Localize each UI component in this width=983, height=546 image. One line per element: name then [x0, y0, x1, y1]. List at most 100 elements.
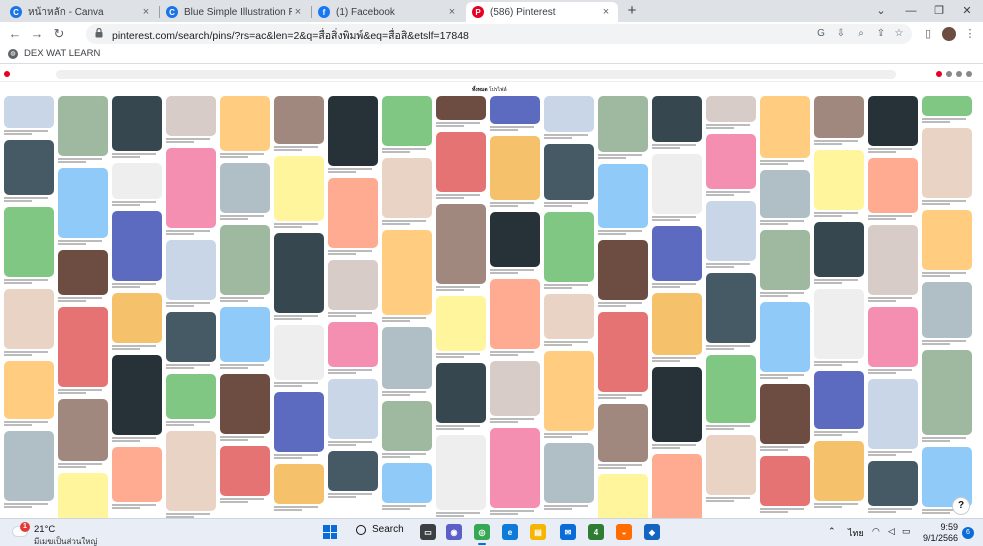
pin-thumbnail[interactable] — [652, 226, 702, 281]
pin-thumbnail[interactable] — [328, 260, 378, 310]
pin-thumbnail[interactable] — [382, 158, 432, 218]
mail-icon[interactable]: ✉ — [560, 524, 576, 540]
pin-thumbnail[interactable] — [544, 351, 594, 431]
pin-thumbnail[interactable] — [544, 96, 594, 132]
tab-profiles[interactable]: โปรไฟล์ — [489, 86, 507, 94]
pin-thumbnail[interactable] — [58, 399, 108, 461]
pin-thumbnail[interactable] — [274, 464, 324, 504]
forward-button[interactable]: → — [28, 25, 46, 43]
pin-thumbnail[interactable] — [544, 443, 594, 503]
battery-icon[interactable]: ▭ — [902, 526, 911, 537]
pin-thumbnail[interactable] — [868, 96, 918, 146]
weather-widget[interactable]: 1 21°C มีเมฆเป็นส่วนใหญ่ — [12, 522, 97, 546]
taskbar-clock[interactable]: 9:59 9/1/2566 — [918, 522, 958, 544]
volume-icon[interactable]: ◁ — [888, 526, 895, 537]
pin-thumbnail[interactable] — [328, 96, 378, 166]
edge-icon[interactable]: e — [502, 524, 518, 540]
pin-thumbnail[interactable] — [598, 312, 648, 392]
pin-thumbnail[interactable] — [706, 134, 756, 189]
tab-canva-home[interactable]: C หน้าหลัก - Canva × — [4, 2, 158, 22]
pin-thumbnail[interactable] — [706, 96, 756, 122]
close-icon[interactable]: × — [600, 6, 612, 18]
pin-thumbnail[interactable] — [814, 222, 864, 277]
pin-thumbnail[interactable] — [814, 96, 864, 138]
tab-pinterest[interactable]: P (586) Pinterest × — [466, 2, 618, 22]
pin-thumbnail[interactable] — [544, 294, 594, 339]
pin-thumbnail[interactable] — [490, 136, 540, 200]
pin-thumbnail[interactable] — [652, 454, 702, 518]
pin-thumbnail[interactable] — [490, 212, 540, 267]
pin-thumbnail[interactable] — [760, 302, 810, 372]
pinterest-logo[interactable] — [4, 71, 10, 77]
pin-thumbnail[interactable] — [166, 431, 216, 511]
pin-thumbnail[interactable] — [598, 96, 648, 152]
pin-thumbnail[interactable] — [652, 154, 702, 214]
maximize-button[interactable]: ❐ — [924, 0, 954, 22]
pin-thumbnail[interactable] — [868, 225, 918, 295]
pin-thumbnail[interactable] — [4, 207, 54, 277]
pin-thumbnail[interactable] — [706, 355, 756, 423]
pin-thumbnail[interactable] — [760, 96, 810, 158]
profile-avatar[interactable] — [942, 27, 956, 41]
pin-thumbnail[interactable] — [220, 307, 270, 362]
app-4-icon[interactable]: 4 — [588, 524, 604, 540]
pin-thumbnail[interactable] — [328, 451, 378, 491]
pin-thumbnail[interactable] — [922, 96, 972, 116]
pin-thumbnail[interactable] — [382, 96, 432, 146]
tab-canva-design[interactable]: C Blue Simple Illustration Romance × — [160, 2, 310, 22]
app-store-icon[interactable]: ◆ — [644, 524, 660, 540]
notifications-icon[interactable] — [936, 71, 942, 77]
profile-icon[interactable] — [956, 71, 962, 77]
menu-icon[interactable]: ⋮ — [962, 25, 978, 43]
pin-thumbnail[interactable] — [490, 361, 540, 416]
pin-thumbnail[interactable] — [58, 96, 108, 156]
bookmark-dex-wat-learn[interactable]: ◍ DEX WAT LEARN — [8, 48, 100, 59]
pin-thumbnail[interactable] — [112, 293, 162, 343]
pin-thumbnail[interactable] — [436, 363, 486, 423]
pin-thumbnail[interactable] — [4, 289, 54, 349]
pin-thumbnail[interactable] — [922, 128, 972, 198]
pinterest-search-input[interactable] — [56, 70, 896, 79]
pin-thumbnail[interactable] — [58, 168, 108, 238]
chevron-up-icon[interactable]: ⌃ — [828, 526, 836, 537]
pin-thumbnail[interactable] — [58, 250, 108, 295]
pin-thumbnail[interactable] — [328, 322, 378, 367]
pin-thumbnail[interactable] — [328, 178, 378, 248]
pin-thumbnail[interactable] — [436, 132, 486, 192]
pin-thumbnail[interactable] — [868, 158, 918, 213]
pin-thumbnail[interactable] — [760, 170, 810, 218]
pin-thumbnail[interactable] — [490, 428, 540, 508]
chevron-down-icon[interactable] — [966, 71, 972, 77]
pin-thumbnail[interactable] — [868, 307, 918, 367]
pin-thumbnail[interactable] — [436, 204, 486, 284]
bookmark-star-icon[interactable]: ☆ — [892, 27, 906, 41]
minimize-button[interactable]: — — [896, 0, 926, 22]
pin-thumbnail[interactable] — [274, 392, 324, 452]
pin-thumbnail[interactable] — [436, 435, 486, 510]
pin-thumbnail[interactable] — [598, 240, 648, 300]
pin-thumbnail[interactable] — [760, 230, 810, 290]
pin-thumbnail[interactable] — [706, 273, 756, 343]
pin-thumbnail[interactable] — [760, 384, 810, 444]
taskbar-search-button[interactable]: Search — [356, 524, 404, 535]
pin-thumbnail[interactable] — [166, 374, 216, 419]
pin-thumbnail[interactable] — [598, 404, 648, 462]
address-bar[interactable]: pinterest.com/search/pins/?rs=ac&len=2&q… — [86, 24, 912, 44]
pin-thumbnail[interactable] — [274, 325, 324, 380]
pin-thumbnail[interactable] — [58, 307, 108, 387]
pin-thumbnail[interactable] — [598, 474, 648, 518]
pin-thumbnail[interactable] — [112, 447, 162, 502]
close-window-button[interactable]: ✕ — [952, 0, 982, 22]
pin-thumbnail[interactable] — [274, 156, 324, 221]
firefox-icon[interactable]: ◒ — [616, 524, 632, 540]
pin-thumbnail[interactable] — [382, 327, 432, 389]
pin-thumbnail[interactable] — [4, 96, 54, 128]
pin-thumbnail[interactable] — [436, 296, 486, 351]
pin-thumbnail[interactable] — [544, 212, 594, 282]
pin-thumbnail[interactable] — [598, 164, 648, 228]
pin-thumbnail[interactable] — [490, 96, 540, 124]
pin-thumbnail[interactable] — [220, 446, 270, 496]
pin-thumbnail[interactable] — [4, 361, 54, 419]
pin-thumbnail[interactable] — [922, 282, 972, 338]
start-button[interactable] — [323, 525, 337, 539]
